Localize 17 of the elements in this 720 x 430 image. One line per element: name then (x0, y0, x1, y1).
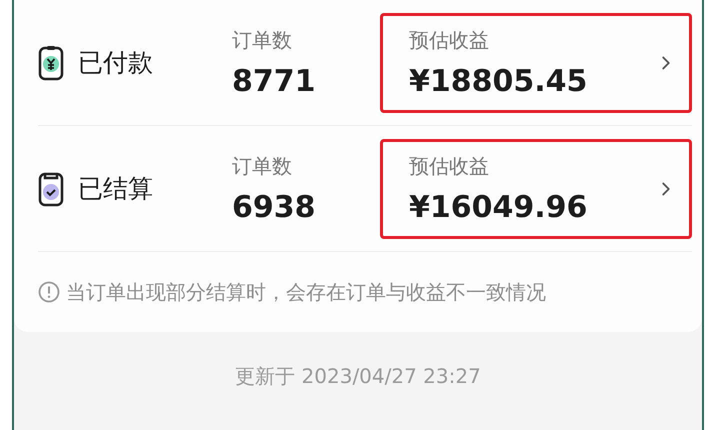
income-highlight[interactable]: 预估收益 ¥16049.96 (380, 138, 692, 238)
count-label: 订单数 (232, 26, 293, 54)
income-highlight[interactable]: 预估收益 ¥18805.45 (380, 12, 692, 112)
update-time: 更新于 2023/04/27 23:27 (235, 362, 481, 390)
income-label: 预估收益 (409, 26, 490, 54)
info-icon (38, 281, 60, 303)
notice-text: 当订单出现部分结算时，会存在订单与收益不一致情况 (66, 278, 546, 306)
count-label: 订单数 (232, 152, 293, 180)
order-count: 8771 (232, 64, 316, 98)
income-label: 预估收益 (409, 152, 490, 180)
income-amount: ¥16049.96 (409, 190, 588, 224)
status-title: 已结算 (78, 173, 153, 205)
income-amount: ¥18805.45 (409, 64, 588, 98)
status-title: 已付款 (78, 47, 153, 79)
clipboard-check-icon (38, 170, 64, 206)
order-count: 6938 (232, 190, 316, 224)
wallet-icon (38, 44, 64, 80)
